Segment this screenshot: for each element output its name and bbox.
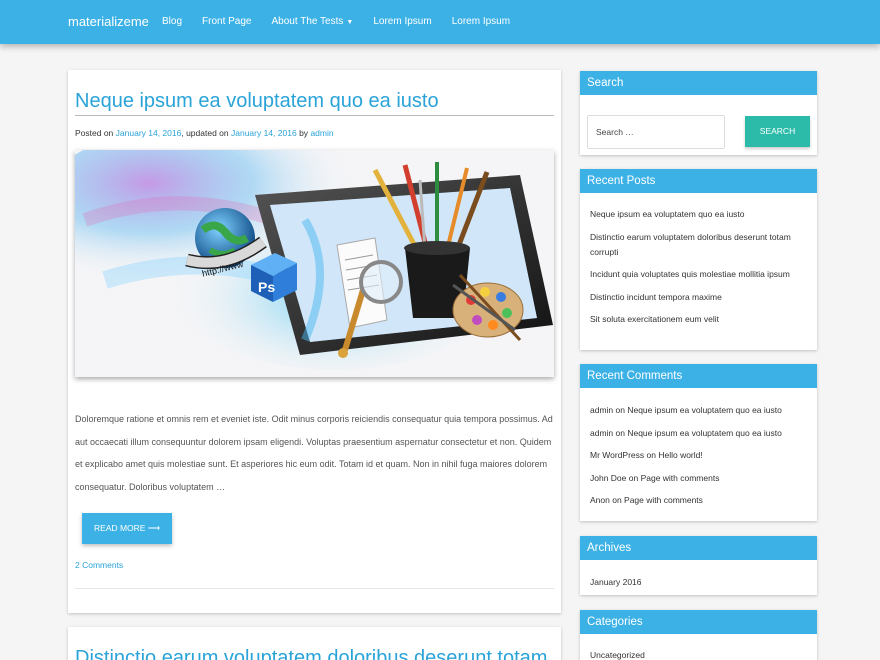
archives-list: January 2016 bbox=[580, 560, 817, 590]
archive-link[interactable]: January 2016 bbox=[590, 575, 807, 590]
recent-post-link[interactable]: Distinctio earum voluptatem doloribus de… bbox=[590, 230, 807, 260]
dropdown-caret-icon: ▼ bbox=[346, 19, 354, 26]
author-link[interactable]: admin bbox=[310, 128, 333, 138]
recent-posts-list: Neque ipsum ea voluptatem quo ea iusto D… bbox=[580, 193, 817, 327]
top-navbar: materializeme Blog Front Page About The … bbox=[0, 0, 880, 44]
post-meta: Posted on January 14, 2016, updated on J… bbox=[75, 128, 334, 138]
nav-menu: Blog Front Page About The Tests ▼ Lorem I… bbox=[152, 0, 520, 44]
recent-post-link[interactable]: Sit soluta exercitationem eum velit bbox=[590, 312, 807, 327]
recent-comments-widget: Recent Comments admin on Neque ipsum ea … bbox=[580, 364, 817, 521]
nav-item-lorem-ipsum-2[interactable]: Lorem Ipsum bbox=[442, 0, 520, 44]
recent-posts-widget: Recent Posts Neque ipsum ea voluptatem q… bbox=[580, 169, 817, 350]
meta-by-label: by bbox=[299, 128, 309, 138]
recent-comment-link[interactable]: Anon on Page with comments bbox=[590, 493, 807, 508]
image-ps-badge: Ps bbox=[258, 279, 275, 295]
post-title-2[interactable]: Distinctio earum voluptatem doloribus de… bbox=[75, 647, 547, 660]
recent-comment-link[interactable]: admin on Neque ipsum ea voluptatem quo e… bbox=[590, 403, 807, 418]
post-date-link[interactable]: January 14, 2016 bbox=[116, 128, 182, 138]
widget-title-search: Search bbox=[580, 71, 817, 95]
category-link[interactable]: Uncategorized bbox=[590, 648, 807, 660]
updated-date-link[interactable]: January 14, 2016 bbox=[231, 128, 297, 138]
search-button[interactable]: SEARCH bbox=[745, 116, 810, 147]
nav-item-lorem-ipsum-1[interactable]: Lorem Ipsum bbox=[363, 0, 441, 44]
widget-title-categories: Categories bbox=[580, 610, 817, 634]
title-divider bbox=[75, 115, 554, 116]
recent-post-link[interactable]: Distinctio incidunt tempora maxime bbox=[590, 290, 807, 305]
post-excerpt: Doloremque ratione et omnis rem et eveni… bbox=[75, 414, 553, 492]
recent-post-link[interactable]: Incidunt quia voluptates quis molestiae … bbox=[590, 267, 807, 282]
nav-item-front-page[interactable]: Front Page bbox=[192, 0, 261, 44]
widget-title-archives: Archives bbox=[580, 536, 817, 560]
recent-comment-link[interactable]: admin on Neque ipsum ea voluptatem quo e… bbox=[590, 426, 807, 441]
categories-widget: Categories Uncategorized bbox=[580, 610, 817, 660]
site-brand[interactable]: materializeme bbox=[68, 14, 149, 29]
nav-item-label: About The Tests bbox=[271, 16, 344, 27]
post-card-2: Distinctio earum voluptatem doloribus de… bbox=[68, 627, 561, 660]
meta-posted-label: Posted on bbox=[75, 128, 114, 138]
search-input[interactable] bbox=[587, 115, 725, 149]
featured-illustration: http://www Ps bbox=[75, 150, 554, 377]
nav-item-blog[interactable]: Blog bbox=[152, 0, 192, 44]
archives-widget: Archives January 2016 bbox=[580, 536, 817, 595]
widget-title-recent-posts: Recent Posts bbox=[580, 169, 817, 193]
categories-list: Uncategorized bbox=[580, 634, 817, 660]
comments-link[interactable]: 2 Comments bbox=[75, 560, 123, 570]
recent-comment-link[interactable]: Mr WordPress on Hello world! bbox=[590, 448, 807, 463]
widget-title-recent-comments: Recent Comments bbox=[580, 364, 817, 388]
nav-item-about-the-tests[interactable]: About The Tests ▼ bbox=[262, 0, 364, 44]
recent-post-link[interactable]: Neque ipsum ea voluptatem quo ea iusto bbox=[590, 207, 807, 222]
meta-updated-label: , updated on bbox=[181, 128, 229, 138]
featured-image[interactable]: http://www Ps bbox=[75, 150, 554, 377]
search-widget: Search SEARCH bbox=[580, 71, 817, 155]
post-footer-divider bbox=[75, 588, 554, 589]
recent-comment-link[interactable]: John Doe on Page with comments bbox=[590, 471, 807, 486]
read-more-button[interactable]: READ MORE ⟶ bbox=[82, 513, 172, 544]
post-card: Neque ipsum ea voluptatem quo ea iusto P… bbox=[68, 70, 561, 613]
recent-comments-list: admin on Neque ipsum ea voluptatem quo e… bbox=[580, 388, 817, 508]
post-title[interactable]: Neque ipsum ea voluptatem quo ea iusto bbox=[75, 90, 439, 113]
